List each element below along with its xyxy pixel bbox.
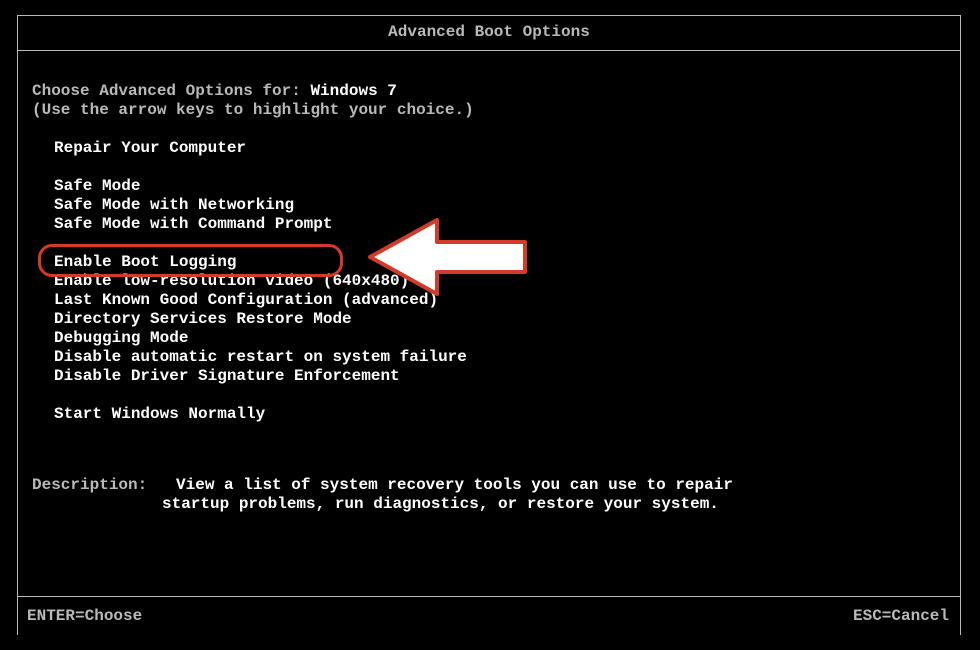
footer-enter: ENTER=Choose <box>27 597 142 635</box>
menu-item-safe-mode[interactable]: Safe Mode <box>54 177 942 196</box>
menu-item-boot-logging[interactable]: Enable Boot Logging <box>54 253 942 272</box>
content-area: Choose Advanced Options for: Windows 7 (… <box>32 82 942 514</box>
choose-prefix: Choose Advanced Options for: <box>32 82 310 100</box>
footer-esc: ESC=Cancel <box>853 597 949 635</box>
menu-item-start-normally[interactable]: Start Windows Normally <box>54 405 942 424</box>
description-block: Description: View a list of system recov… <box>32 476 942 514</box>
menu-item-repair[interactable]: Repair Your Computer <box>54 139 942 158</box>
choose-line: Choose Advanced Options for: Windows 7 <box>32 82 942 101</box>
menu-item-no-auto-restart[interactable]: Disable automatic restart on system fail… <box>54 348 942 367</box>
title-bar: Advanced Boot Options <box>17 15 961 51</box>
menu-item-no-driver-sig[interactable]: Disable Driver Signature Enforcement <box>54 367 942 386</box>
hint-line: (Use the arrow keys to highlight your ch… <box>32 101 942 120</box>
os-name: Windows 7 <box>310 82 396 100</box>
title-text: Advanced Boot Options <box>388 23 590 41</box>
menu-item-safe-networking[interactable]: Safe Mode with Networking <box>54 196 942 215</box>
group-safe: Safe Mode Safe Mode with Networking Safe… <box>54 177 942 234</box>
menu-item-low-res[interactable]: Enable low-resolution video (640x480) <box>54 272 942 291</box>
group-misc: Enable Boot Logging Enable low-resolutio… <box>54 253 942 386</box>
menu-item-debugging[interactable]: Debugging Mode <box>54 329 942 348</box>
description-line2: startup problems, run diagnostics, or re… <box>162 495 942 514</box>
description-label: Description: <box>32 476 147 494</box>
menu-item-last-known-good[interactable]: Last Known Good Configuration (advanced) <box>54 291 942 310</box>
group-repair: Repair Your Computer <box>54 139 942 158</box>
menu-item-safe-command[interactable]: Safe Mode with Command Prompt <box>54 215 942 234</box>
menu-item-ds-restore[interactable]: Directory Services Restore Mode <box>54 310 942 329</box>
description-line1: View a list of system recovery tools you… <box>176 476 733 494</box>
group-normal: Start Windows Normally <box>54 405 942 424</box>
footer-bar: ENTER=Choose ESC=Cancel <box>17 596 961 635</box>
boot-menu[interactable]: Repair Your Computer Safe Mode Safe Mode… <box>54 139 942 424</box>
